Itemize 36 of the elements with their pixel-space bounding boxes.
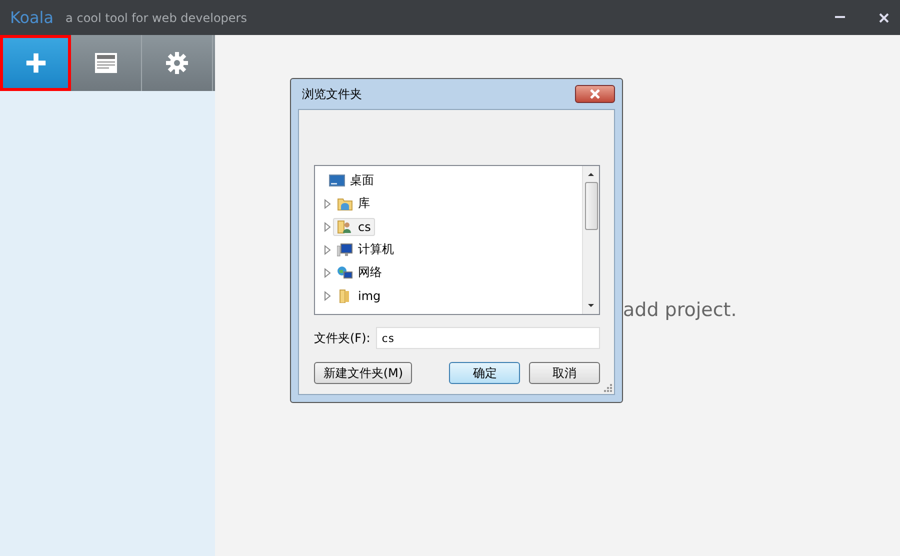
library-folder-icon [337, 196, 353, 210]
close-icon [589, 89, 601, 99]
dialog-button[interactable]: 取消 [529, 362, 600, 384]
minimize-icon [835, 16, 845, 19]
expand-icon[interactable] [323, 290, 333, 300]
tree-item[interactable]: cs [333, 218, 375, 236]
close-button[interactable] [575, 85, 615, 103]
settings-icon [165, 51, 189, 75]
document-icon [94, 51, 118, 75]
expand-icon[interactable] [323, 268, 333, 278]
computer-icon [337, 242, 353, 256]
expand-icon[interactable] [323, 244, 333, 254]
app-title: Koala [10, 8, 54, 27]
desktop-icon [329, 174, 345, 188]
resize-grip-icon[interactable] [604, 384, 612, 392]
tree-item[interactable]: 桌面 [325, 170, 378, 191]
expand-icon[interactable] [323, 222, 333, 232]
empty-hint: add project. [623, 299, 737, 321]
scroll-thumb[interactable] [584, 182, 598, 230]
folder-label: 文件夹(F): [314, 330, 370, 346]
scrollbar[interactable] [582, 166, 599, 314]
network-icon [337, 266, 353, 280]
close-icon [879, 12, 889, 22]
plus-icon [24, 51, 48, 75]
tree-item[interactable]: img [333, 286, 385, 304]
tree-item[interactable]: 计算机 [333, 239, 398, 260]
folder-input[interactable]: cs [376, 327, 600, 349]
dialog-button[interactable]: 确定 [449, 362, 520, 384]
user-folder-icon [337, 220, 353, 234]
tree-item[interactable]: 库 [333, 193, 374, 214]
expand-icon[interactable] [323, 198, 333, 208]
app-tagline: a cool tool for web developers [66, 10, 247, 24]
toolbar-button[interactable] [0, 35, 71, 91]
dialog-button[interactable]: 新建文件夹(M) [314, 362, 412, 384]
dialog-title: 浏览文件夹 [302, 86, 362, 102]
tree-item[interactable]: 网络 [333, 262, 386, 283]
